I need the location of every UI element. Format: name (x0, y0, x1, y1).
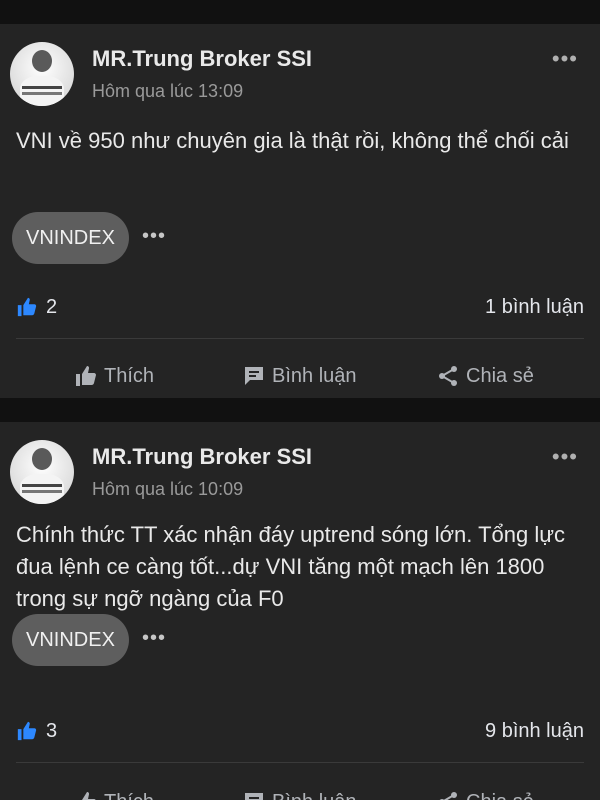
divider (16, 762, 584, 763)
like-count: 2 (46, 296, 58, 318)
post-timestamp[interactable]: Hôm qua lúc 10:09 (92, 479, 243, 500)
comment-button[interactable]: Bình luận (242, 778, 357, 800)
comment-count[interactable]: 9 bình luận (485, 720, 584, 743)
divider (16, 338, 584, 339)
tag-more-icon[interactable]: ••• (142, 225, 166, 248)
post-content: VNI về 950 như chuyên gia là thật rồi, k… (16, 128, 569, 153)
share-icon (439, 792, 457, 800)
like-button[interactable]: Thích (74, 352, 154, 400)
comment-button[interactable]: Bình luận (242, 352, 357, 400)
post-card: MR.Trung Broker SSI Hôm qua lúc 10:09 ••… (0, 422, 600, 800)
comment-label: Bình luận (272, 364, 357, 387)
post-timestamp[interactable]: Hôm qua lúc 13:09 (92, 81, 243, 102)
comment-label: Bình luận (272, 791, 357, 800)
comment-count[interactable]: 1 bình luận (485, 296, 584, 319)
thumbs-up-icon (76, 366, 96, 386)
like-label: Thích (104, 364, 155, 387)
post-gap (0, 398, 600, 422)
tag-chip[interactable]: VNINDEX (12, 212, 129, 264)
avatar[interactable] (10, 440, 74, 504)
reaction-summary[interactable]: 3 9 bình luận (16, 718, 584, 746)
post-content: Chính thức TT xác nhận đáy uptrend sóng … (16, 522, 565, 611)
share-label: Chia sẻ (466, 791, 534, 800)
author-name[interactable]: MR.Trung Broker SSI (92, 46, 312, 72)
share-button[interactable]: Chia sẻ (436, 778, 534, 800)
thumbs-up-icon (17, 297, 37, 317)
thumbs-up-icon (76, 792, 96, 800)
more-options-icon[interactable]: ••• (552, 444, 578, 470)
more-options-icon[interactable]: ••• (552, 46, 578, 72)
like-button[interactable]: Thích (74, 778, 154, 800)
author-name[interactable]: MR.Trung Broker SSI (92, 444, 312, 470)
post-card: MR.Trung Broker SSI Hôm qua lúc 13:09 ••… (0, 24, 600, 398)
top-gap (0, 0, 600, 24)
reaction-summary[interactable]: 2 1 bình luận (16, 294, 584, 322)
tag-more-icon[interactable]: ••• (142, 627, 166, 650)
comment-bubble-icon (245, 793, 263, 800)
thumbs-up-icon (17, 721, 37, 741)
share-label: Chia sẻ (466, 364, 534, 387)
action-bar: Thích Bình luận Chia sẻ (0, 352, 600, 400)
share-button[interactable]: Chia sẻ (436, 352, 534, 400)
comment-bubble-icon (245, 367, 263, 385)
action-bar: Thích Bình luận Chia sẻ (0, 778, 600, 800)
tag-chip[interactable]: VNINDEX (12, 614, 129, 666)
like-label: Thích (104, 791, 154, 800)
like-count: 3 (46, 720, 58, 742)
avatar[interactable] (10, 42, 74, 106)
share-icon (439, 366, 457, 386)
